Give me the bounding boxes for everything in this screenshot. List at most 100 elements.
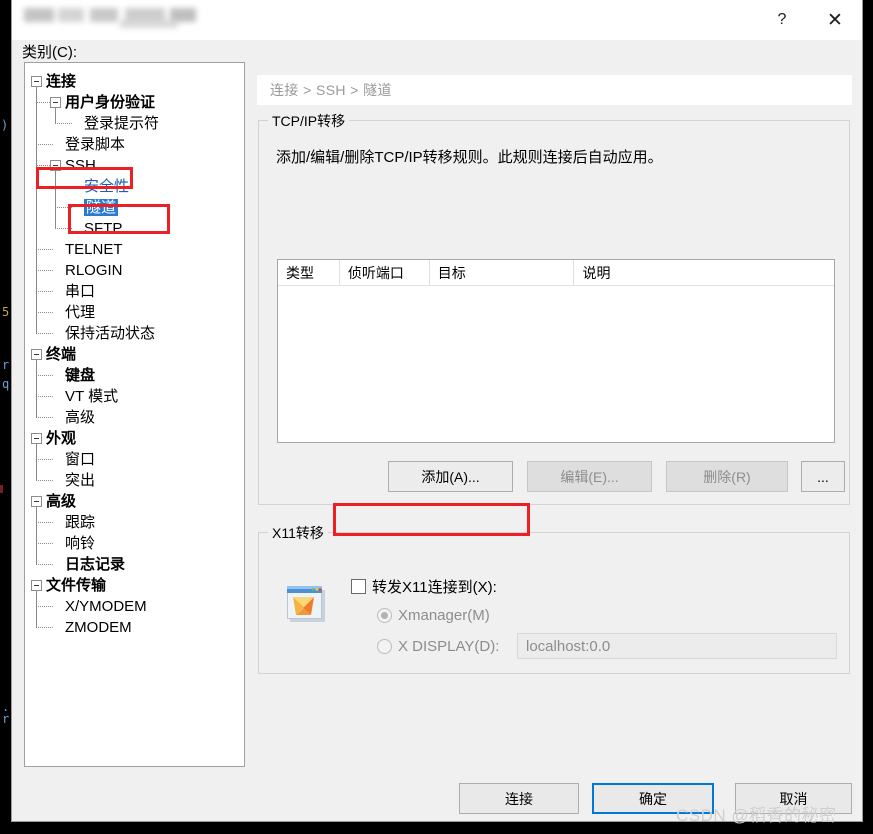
- tree-connector: [36, 606, 53, 607]
- tree-item[interactable]: 窗口: [25, 449, 244, 470]
- tcpip-forwarding-group: TCP/IP转移 添加/编辑/删除TCP/IP转移规则。此规则连接后自动应用。 …: [258, 111, 850, 505]
- tree-item[interactable]: 日志记录: [25, 554, 244, 575]
- xdisplay-input[interactable]: localhost:0.0: [517, 633, 837, 659]
- column-header-description[interactable]: 说明: [574, 260, 834, 285]
- tree-item[interactable]: 突出: [25, 470, 244, 491]
- window-title-censored: [20, 2, 210, 32]
- tree-connector: [36, 459, 53, 460]
- tree-expander-icon[interactable]: [31, 76, 42, 87]
- tree-connector: [36, 375, 53, 376]
- tcpip-description: 添加/编辑/删除TCP/IP转移规则。此规则连接后自动应用。: [276, 149, 663, 166]
- tree-connector: [36, 270, 53, 271]
- more-options-label: ...: [817, 468, 829, 485]
- tree-item[interactable]: 保持活动状态: [25, 323, 244, 344]
- tree-connector: [36, 102, 50, 103]
- tree-connector: [36, 522, 53, 523]
- tree-item[interactable]: VT 模式: [25, 386, 244, 407]
- tree-item[interactable]: 串口: [25, 281, 244, 302]
- tree-item[interactable]: X/YMODEM: [25, 596, 244, 617]
- tree-connector: [36, 165, 50, 166]
- tree-item[interactable]: 用户身份验证: [25, 92, 244, 113]
- tree-connector: [55, 108, 56, 124]
- tree-item-label: 突出: [65, 472, 96, 489]
- tree-item-label: 窗口: [65, 451, 96, 468]
- tree-connector: [36, 507, 37, 565]
- connect-button[interactable]: 连接: [459, 783, 579, 814]
- tree-expander-icon[interactable]: [50, 160, 61, 171]
- tree-item[interactable]: 键盘: [25, 365, 244, 386]
- tree-item[interactable]: 连接: [25, 71, 244, 92]
- tree-item-label: 日志记录: [65, 556, 126, 573]
- help-icon[interactable]: ?: [759, 0, 805, 40]
- tree-connector: [36, 87, 37, 334]
- more-options-button[interactable]: ...: [801, 461, 845, 492]
- terminal-color-block: [0, 485, 3, 493]
- tree-item-label: 跟踪: [65, 514, 96, 531]
- tree-item[interactable]: 高级: [25, 491, 244, 512]
- tree-expander-icon[interactable]: [31, 580, 42, 591]
- tree-connector: [36, 333, 53, 334]
- tree-item-label: TELNET: [65, 241, 123, 258]
- column-header-destination[interactable]: 目标: [430, 260, 575, 285]
- radio-xdisplay[interactable]: X DISPLAY(D):: [377, 638, 499, 655]
- terminal-text-fragment: 5: [2, 305, 10, 319]
- tree-item-label: 高级: [46, 493, 77, 510]
- tree-expander-icon[interactable]: [31, 349, 42, 360]
- tcpip-group-title: TCP/IP转移: [268, 111, 350, 131]
- radio-indicator[interactable]: [377, 608, 392, 623]
- tree-item[interactable]: 响铃: [25, 533, 244, 554]
- ok-label: 确定: [639, 790, 667, 807]
- tree-item[interactable]: SSH: [25, 155, 244, 176]
- checkbox-box[interactable]: [351, 579, 366, 594]
- tree-item-label: 响铃: [65, 535, 96, 552]
- radio-xdisplay-label: X DISPLAY(D):: [398, 638, 500, 655]
- terminal-text-fragment: r: [2, 358, 10, 372]
- forwarding-rules-list[interactable]: 类型 侦听端口 目标 说明: [277, 259, 835, 443]
- xmanager-icon: [284, 583, 328, 625]
- x11-forward-checkbox[interactable]: 转发X11连接到(X):: [351, 576, 497, 597]
- tree-connector: [36, 627, 53, 628]
- tree-connector: [36, 564, 53, 565]
- terminal-text-fragment: r: [2, 712, 10, 726]
- tree-item-label: 用户身份验证: [65, 94, 156, 111]
- tree-expander-icon[interactable]: [31, 433, 42, 444]
- tree-expander-icon[interactable]: [31, 496, 42, 507]
- tree-connector: [36, 312, 53, 313]
- delete-rule-button[interactable]: 删除(R): [666, 461, 788, 492]
- category-tree[interactable]: 连接 用户身份验证 登录提示符 登录脚本 SSH 安全性 隧道 SFTP TELNET RLOGI…: [24, 62, 245, 767]
- tree-item[interactable]: 文件传输: [25, 575, 244, 596]
- tree-item[interactable]: 外观: [25, 428, 244, 449]
- tree-item[interactable]: 代理: [25, 302, 244, 323]
- tree-item[interactable]: 高级: [25, 407, 244, 428]
- tree-connector: [36, 144, 53, 145]
- radio-xmanager-label: Xmanager(M): [398, 607, 490, 624]
- x11-forward-label: 转发X11连接到(X):: [372, 579, 497, 596]
- add-rule-label: 添加(A)...: [421, 468, 480, 485]
- tree-expander-icon[interactable]: [50, 97, 61, 108]
- tree-item[interactable]: 登录脚本: [25, 134, 244, 155]
- tree-item[interactable]: 跟踪: [25, 512, 244, 533]
- radio-xmanager[interactable]: Xmanager(M): [377, 607, 490, 624]
- terminal-text-fragment: q: [2, 377, 10, 391]
- tree-connector: [36, 543, 53, 544]
- edit-rule-button[interactable]: 编辑(E)...: [527, 461, 652, 492]
- tree-item-label: X/YMODEM: [65, 598, 147, 615]
- tree-item[interactable]: ZMODEM: [25, 617, 244, 638]
- breadcrumb: 连接 > SSH > 隧道: [257, 75, 852, 105]
- tree-connector: [55, 186, 72, 187]
- rules-table-header: 类型 侦听端口 目标 说明: [278, 260, 834, 286]
- tree-item-label: SFTP: [84, 220, 123, 237]
- add-rule-button[interactable]: 添加(A)...: [388, 461, 513, 492]
- column-header-listen-port[interactable]: 侦听端口: [340, 260, 430, 285]
- tree-item[interactable]: TELNET: [25, 239, 244, 260]
- tree-item[interactable]: 终端: [25, 344, 244, 365]
- tree-item-label: 终端: [46, 346, 77, 363]
- delete-rule-label: 删除(R): [703, 468, 751, 485]
- tree-item-label: 登录提示符: [84, 115, 160, 132]
- close-icon[interactable]: ✕: [812, 0, 858, 40]
- radio-indicator[interactable]: [377, 639, 392, 654]
- session-properties-dialog: ? ✕ 类别(C): 连接 用户身份验证 登录提示符 登录脚本 SSH 安全性 隧道 SFTP…: [11, 0, 863, 822]
- column-header-type[interactable]: 类型: [278, 260, 340, 285]
- tree-item-label: 高级: [65, 409, 96, 426]
- tree-item[interactable]: RLOGIN: [25, 260, 244, 281]
